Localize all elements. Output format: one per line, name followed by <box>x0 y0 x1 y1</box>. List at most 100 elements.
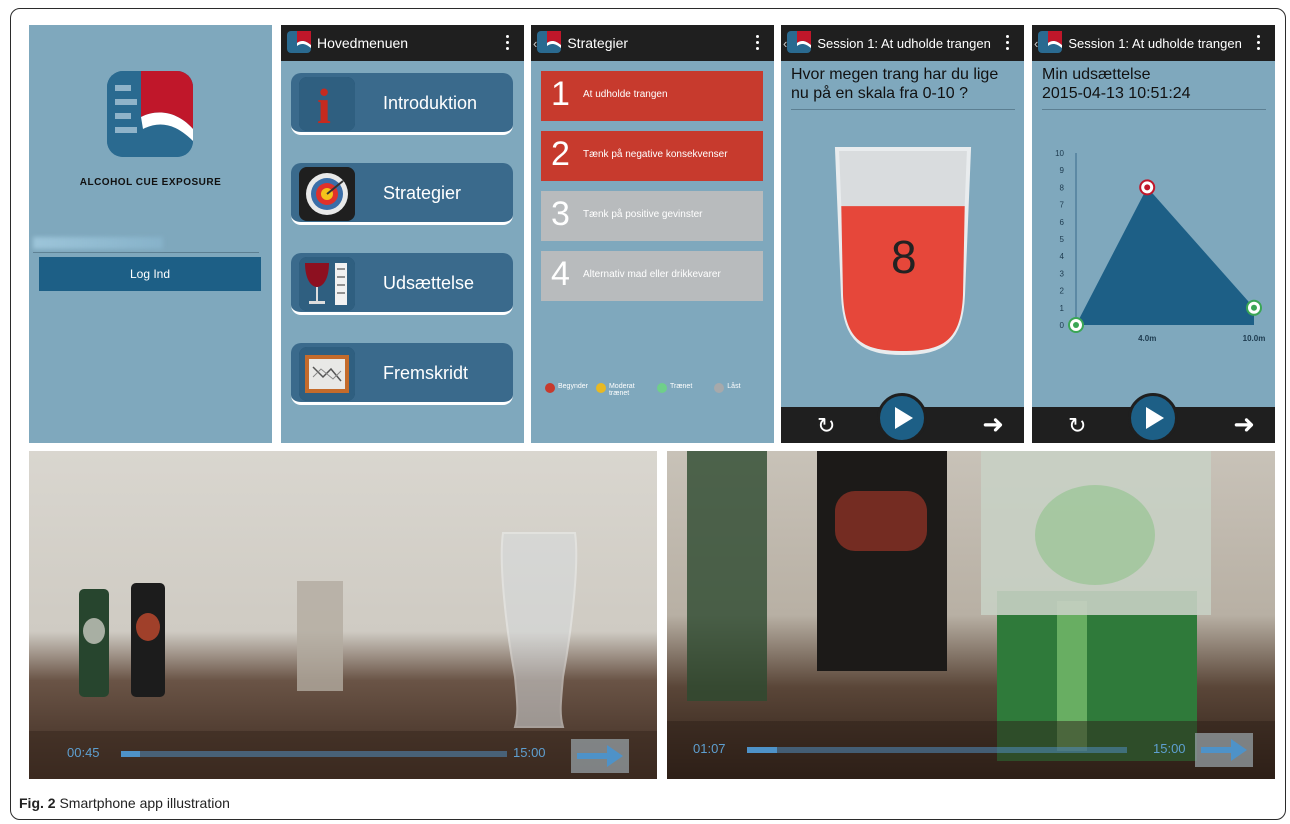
next-arrow-icon <box>577 745 623 767</box>
legend-label: Begynder <box>558 383 588 390</box>
menu-item-strategier[interactable]: Strategier <box>291 163 513 225</box>
strategy-number: 1 <box>551 75 570 113</box>
strategies-screen: ‹ Strategier 1 At udholde trangen 2 Tænk… <box>531 25 774 443</box>
video-frame-cans-closeup <box>667 451 1275 779</box>
video-progress-fill <box>121 751 141 757</box>
brand-name: ALCOHOL CUE EXPOSURE <box>79 177 222 188</box>
video-player-1[interactable]: 00:45 15:00 <box>29 451 657 779</box>
y-tick-label: 1 <box>1060 304 1065 313</box>
overflow-menu-icon[interactable] <box>756 35 760 51</box>
video-current-time: 01:07 <box>693 741 726 756</box>
legend-label: Låst <box>727 383 741 390</box>
info-icon: i <box>299 77 355 131</box>
exposure-heading: Min udsættelse 2015-04-13 10:51:24 <box>1042 65 1266 110</box>
y-tick-label: 8 <box>1060 183 1065 192</box>
video-total-time: 15:00 <box>1153 741 1186 756</box>
login-button[interactable]: Log Ind <box>39 257 261 291</box>
replay-icon[interactable]: ↻ <box>1068 413 1086 439</box>
next-arrow-icon[interactable]: ➜ <box>982 409 1004 440</box>
y-tick-label: 3 <box>1060 269 1065 278</box>
strategy-item-1[interactable]: 1 At udholde trangen <box>541 71 763 121</box>
app-logo-icon <box>287 31 313 55</box>
x-tick-label: 4.0m <box>1138 334 1156 343</box>
data-point-center <box>1251 304 1257 311</box>
video-current-time: 00:45 <box>67 745 100 760</box>
app-bar-title: Session 1: At udholde trangen <box>817 35 991 51</box>
legend: Begynder Moderat trænet Trænet Låst <box>545 383 741 397</box>
app-bar: ‹ Session 1: At udholde trangen <box>781 25 1024 61</box>
legend-item: Trænet <box>656 383 693 397</box>
login-screen: ALCOHOL CUE EXPOSURE Log Ind <box>29 25 272 443</box>
strategy-label: At udholde trangen <box>583 89 668 100</box>
craving-value: 8 <box>891 231 917 283</box>
wine-glass-icon <box>299 257 355 311</box>
exposure-timestamp: 2015-04-13 10:51:24 <box>1042 85 1191 102</box>
menu-item-label: Udsættelse <box>383 273 475 293</box>
replay-icon[interactable]: ↻ <box>817 413 835 439</box>
exposure-chart: 0 1 2 3 4 5 6 7 8 9 10 4.0m 10.0m <box>1055 149 1266 343</box>
svg-text:i: i <box>317 78 331 131</box>
username-field[interactable] <box>33 233 259 253</box>
x-tick-label: 10.0m <box>1243 334 1266 343</box>
app-bar: ‹ Strategier <box>531 25 774 61</box>
video-progress-track[interactable] <box>747 747 1127 753</box>
y-tick-label: 0 <box>1060 321 1065 330</box>
app-logo-icon <box>1038 31 1064 55</box>
app-bar-title: Hovedmenuen <box>317 35 409 51</box>
legend-label: Moderat trænet <box>608 383 635 397</box>
video-next-button[interactable] <box>571 739 629 773</box>
app-bar-title: Session 1: At udholde trangen <box>1068 35 1242 51</box>
legend-label: Trænet <box>669 383 693 390</box>
next-arrow-icon <box>1201 739 1247 761</box>
video-next-button[interactable] <box>1195 733 1253 767</box>
y-tick-label: 6 <box>1060 218 1065 227</box>
legend-item: Låst <box>714 383 741 397</box>
figure-caption-text: Smartphone app illustration <box>59 795 230 811</box>
y-tick-label: 7 <box>1060 201 1065 210</box>
app-logo-icon <box>537 31 563 55</box>
menu-item-fremskridt[interactable]: Fremskridt <box>291 343 513 405</box>
y-tick-label: 9 <box>1060 166 1065 175</box>
strategy-label: Tænk på positive gevinster <box>583 209 703 220</box>
play-button[interactable] <box>1128 393 1178 443</box>
figure: ALCOHOL CUE EXPOSURE Log Ind Hovedmenuen… <box>10 8 1286 820</box>
strategy-item-2[interactable]: 2 Tænk på negative konsekvenser <box>541 131 763 181</box>
main-menu-screen: Hovedmenuen i Introduktion Strategier Ud… <box>281 25 524 443</box>
play-icon <box>1146 407 1164 429</box>
menu-item-introduktion[interactable]: i Introduktion <box>291 73 513 135</box>
y-tick-label: 10 <box>1055 149 1064 158</box>
strategy-number: 4 <box>551 255 570 293</box>
play-button[interactable] <box>877 393 927 443</box>
menu-item-label: Introduktion <box>383 93 478 113</box>
rating-screen: ‹ Session 1: At udholde trangen Hvor meg… <box>781 25 1024 443</box>
bottom-bar: ↻ ➜ <box>781 393 1024 443</box>
legend-dot <box>595 383 606 393</box>
legend-item: Moderat trænet <box>595 383 643 397</box>
app-logo-icon <box>107 71 193 157</box>
strategy-label: Alternativ mad eller drikkevarer <box>583 269 721 280</box>
video-total-time: 15:00 <box>513 745 546 760</box>
next-arrow-icon[interactable]: ➜ <box>1233 409 1255 440</box>
data-point-center <box>1144 184 1151 191</box>
app-bar: ‹ Session 1: At udholde trangen <box>1032 25 1275 61</box>
overflow-menu-icon[interactable] <box>1006 35 1010 51</box>
overflow-menu-icon[interactable] <box>506 35 510 51</box>
menu-item-udsaettelse[interactable]: Udsættelse <box>291 253 513 315</box>
area-series <box>1076 187 1254 325</box>
data-point-center <box>1073 322 1079 328</box>
strategy-item-4[interactable]: 4 Alternativ mad eller drikkevarer <box>541 251 763 301</box>
menu-item-label: Fremskridt <box>383 363 468 383</box>
video-progress-track[interactable] <box>121 751 507 757</box>
progress-board-icon <box>299 347 355 401</box>
video-player-2[interactable]: 01:07 15:00 <box>667 451 1275 779</box>
strategy-item-3[interactable]: 3 Tænk på positive gevinster <box>541 191 763 241</box>
y-tick-label: 4 <box>1060 252 1065 261</box>
overflow-menu-icon[interactable] <box>1257 35 1261 51</box>
video-progress-fill <box>747 747 778 753</box>
legend-item: Begynder <box>545 383 588 397</box>
legend-dot <box>714 383 725 393</box>
legend-dot <box>545 383 555 393</box>
app-bar: Hovedmenuen <box>281 25 524 61</box>
target-icon <box>299 167 355 221</box>
legend-dot <box>656 383 667 393</box>
